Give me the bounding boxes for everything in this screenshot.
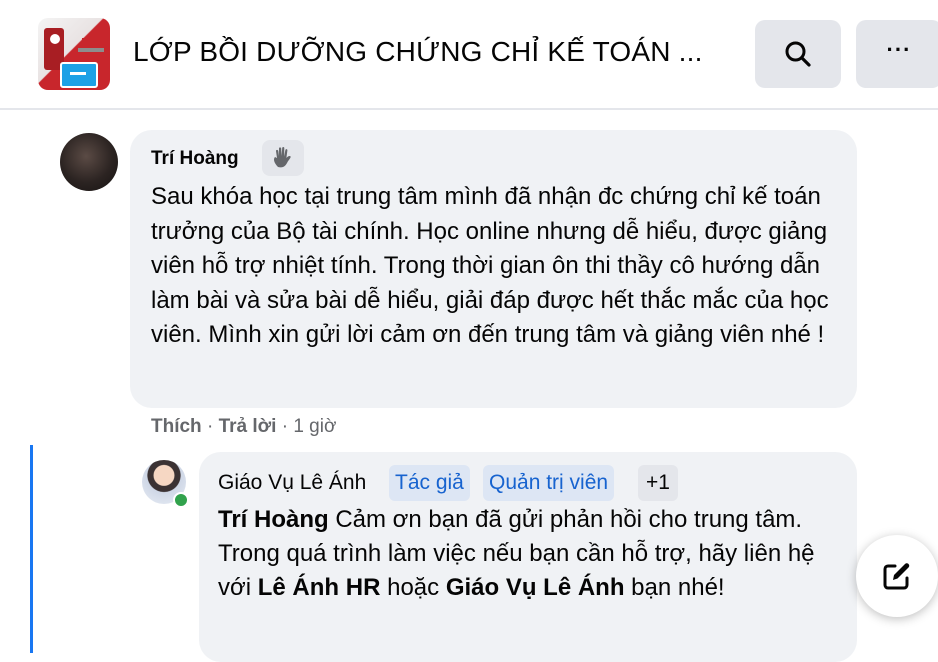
- compose-button[interactable]: [856, 535, 938, 617]
- member-badge[interactable]: [262, 140, 304, 176]
- like-link[interactable]: Thích: [151, 416, 202, 437]
- group-cover-thumbnail[interactable]: [38, 18, 110, 90]
- more-options-button[interactable]: ···: [856, 20, 938, 88]
- mention-le-anh-hr[interactable]: Lê Ánh HR: [258, 574, 381, 601]
- more-badges[interactable]: +1: [638, 465, 678, 501]
- more-horizontal-icon: ···: [886, 37, 912, 62]
- admin-badge[interactable]: Quản trị viên: [483, 465, 615, 501]
- comment-actions: Thích · Trả lời · 1 giờ: [151, 416, 336, 438]
- compose-icon: [883, 563, 910, 590]
- reply-author-name[interactable]: Giáo Vụ Lê Ánh: [218, 471, 366, 495]
- reply-text-part: hoặc: [380, 574, 446, 601]
- thumb-face: [50, 34, 60, 44]
- top-bar: LỚP BỒI DƯỠNG CHỨNG CHỈ KẾ TOÁN ... ···: [0, 0, 938, 110]
- mention-tri-hoang[interactable]: Trí Hoàng: [218, 506, 329, 533]
- separator: ·: [206, 416, 214, 437]
- search-icon: [785, 41, 811, 67]
- thread-indicator-line: [30, 445, 33, 653]
- comment-author-name[interactable]: Trí Hoàng: [151, 148, 239, 170]
- separator: ·: [281, 416, 289, 437]
- thumb-line: [78, 48, 104, 52]
- author-badge[interactable]: Tác giả: [389, 465, 470, 501]
- comment-text: Sau khóa học tại trung tâm mình đã nhận …: [151, 183, 829, 348]
- avatar-tri-hoang[interactable]: [60, 133, 118, 191]
- reply-text-part: bạn nhé!: [624, 574, 725, 601]
- online-status-dot: [173, 492, 189, 508]
- mention-giao-vu-le-anh[interactable]: Giáo Vụ Lê Ánh: [446, 574, 625, 601]
- reply-link[interactable]: Trả lời: [219, 416, 277, 437]
- thumb-card-icon: [60, 62, 98, 88]
- wave-hand-icon: [274, 146, 291, 168]
- reply-text: Trí Hoàng Cảm ơn bạn đã gửi phản hồi cho…: [218, 503, 838, 605]
- thumb-banner: [82, 38, 104, 44]
- search-button[interactable]: [755, 20, 841, 88]
- comment-time[interactable]: 1 giờ: [293, 416, 336, 437]
- group-title[interactable]: LỚP BỒI DƯỠNG CHỨNG CHỈ KẾ TOÁN ...: [133, 36, 733, 68]
